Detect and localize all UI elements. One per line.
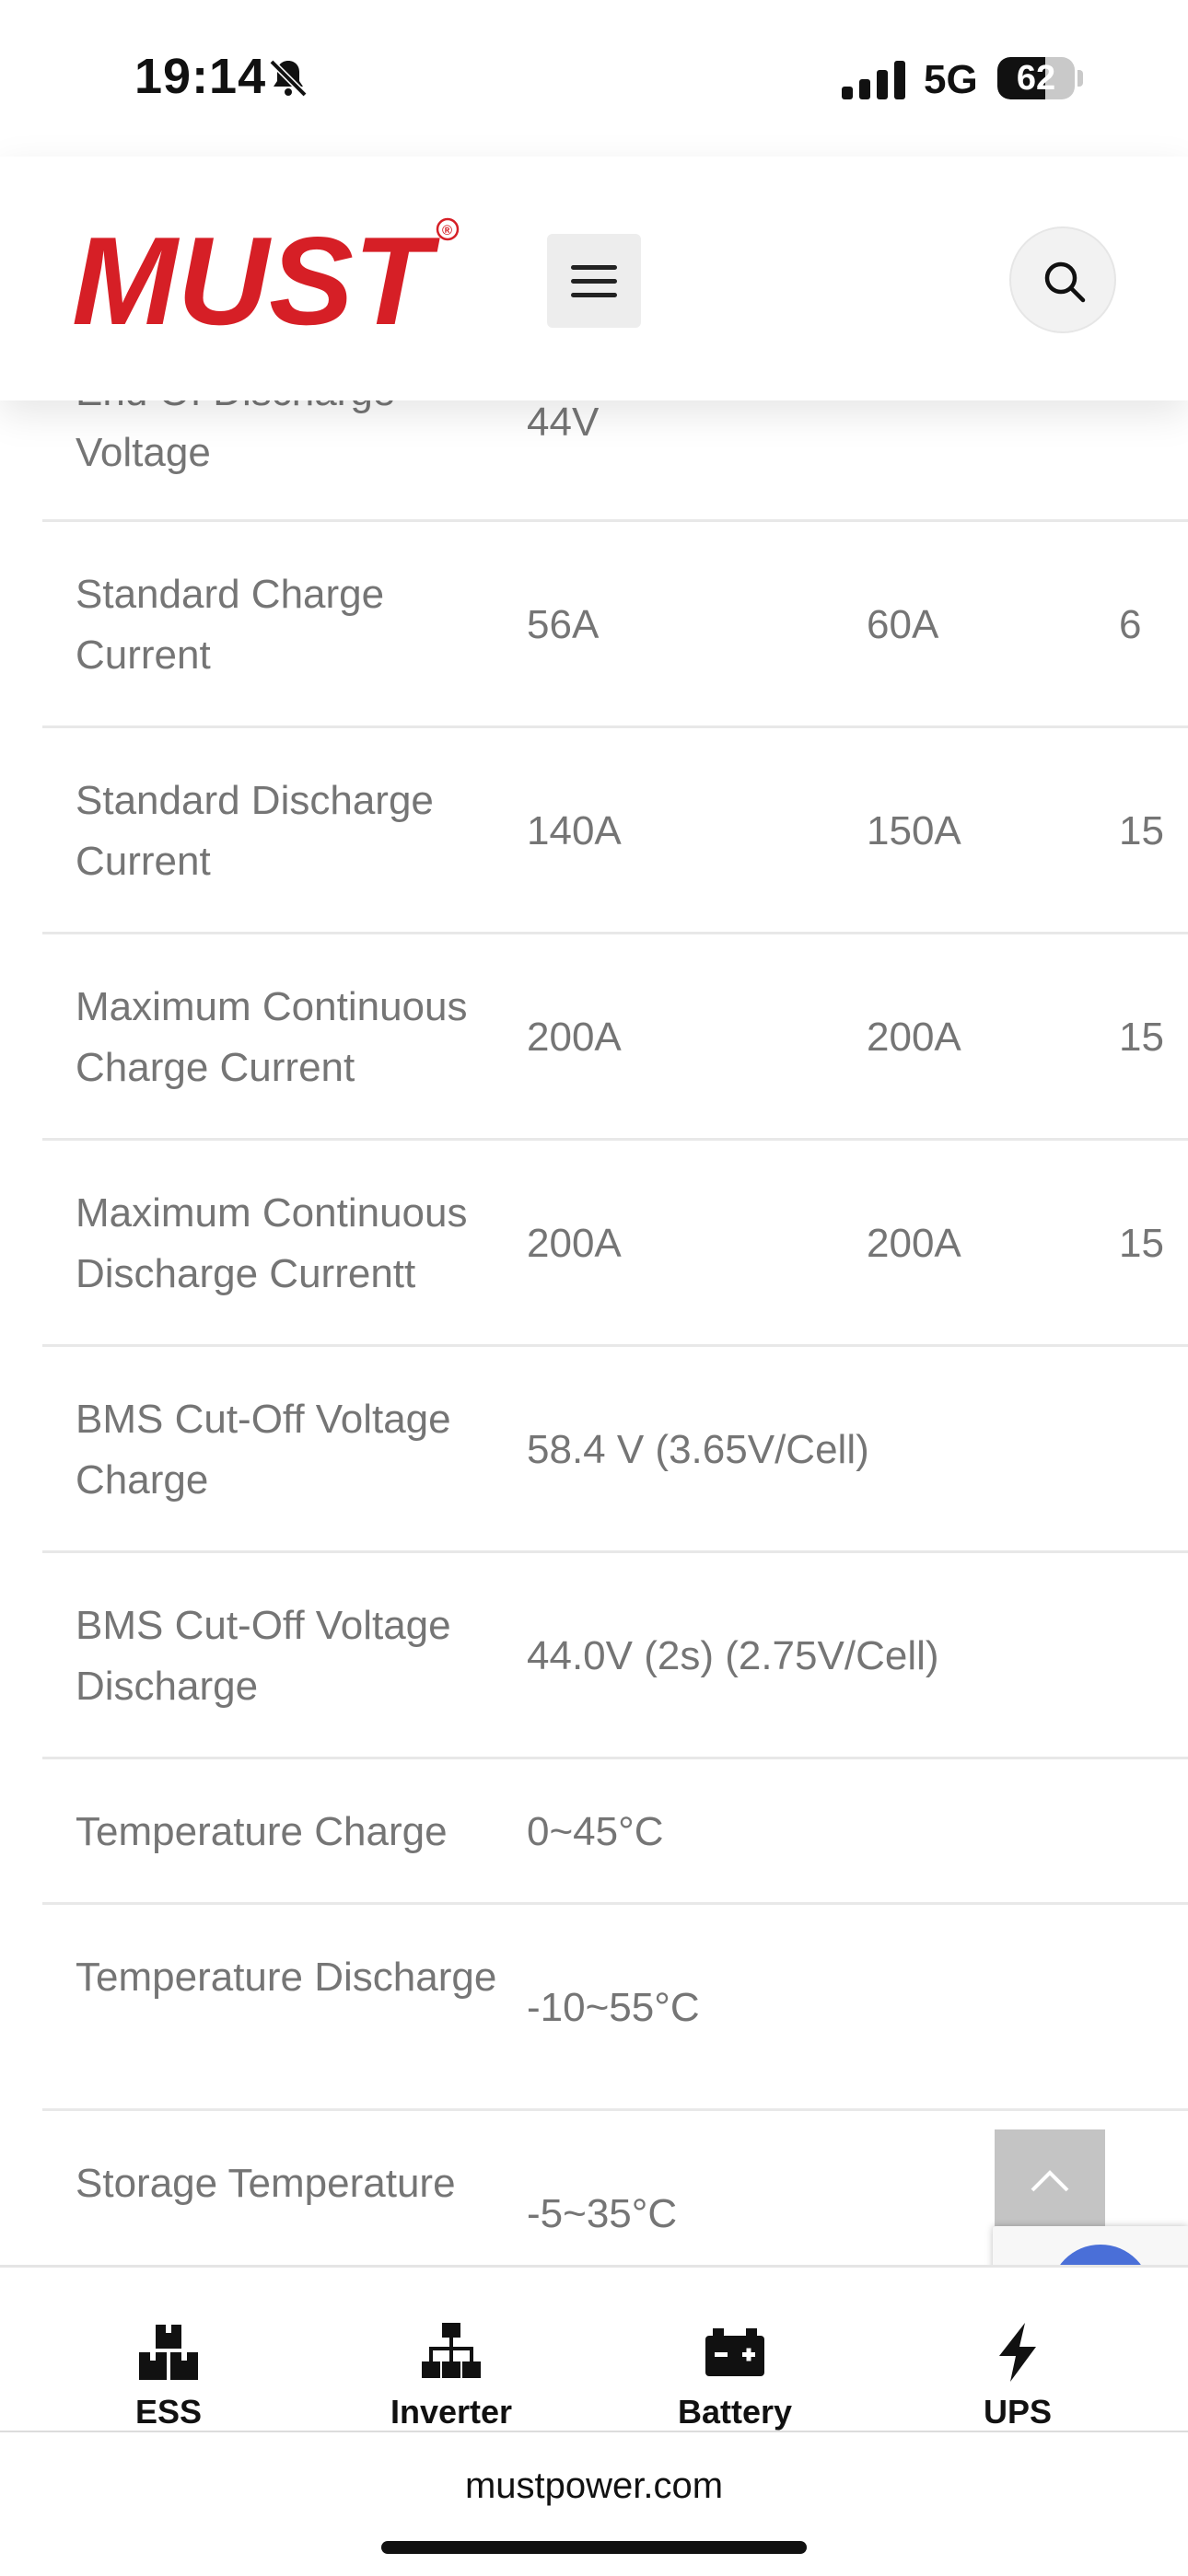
spec-row: Standard Discharge Current 140A 150A 15 — [42, 728, 1188, 934]
search-button[interactable] — [1009, 226, 1116, 333]
car-battery-icon — [705, 2328, 764, 2376]
nav-item-ups[interactable]: UPS — [926, 2268, 1110, 2433]
spec-label: Storage Temperature — [76, 2161, 456, 2206]
spec-table: End Of Discharge Voltage 44V Standard Char… — [0, 400, 1188, 2265]
home-indicator — [381, 2541, 807, 2554]
search-icon — [1044, 261, 1086, 303]
spec-label: Standard Charge Current — [76, 572, 385, 678]
browser-url-bar[interactable]: mustpower.com — [0, 2431, 1188, 2576]
cellular-signal-icon — [842, 61, 905, 99]
spec-label: BMS Cut-Off Voltage Charge — [76, 1397, 451, 1503]
hamburger-menu-button[interactable] — [547, 234, 641, 328]
spec-row: End Of Discharge Voltage 44V — [42, 400, 1188, 522]
spec-value: 56A — [527, 602, 600, 647]
nav-item-ess[interactable]: ESS — [76, 2268, 261, 2433]
bottom-nav: ESS Inverter Battery UPS — [0, 2265, 1188, 2433]
nav-label-battery: Battery — [677, 2393, 793, 2431]
spec-label: Maximum Continuous Discharge Currentt — [76, 1190, 468, 1296]
network-type: 5G — [924, 57, 978, 102]
site-header: MUST ® — [0, 157, 1188, 400]
spec-label: Maximum Continuous Charge Current — [76, 984, 468, 1090]
nav-item-inverter[interactable]: Inverter — [359, 2268, 543, 2433]
spec-row: Temperature Discharge -10~55°C — [42, 1905, 1188, 2111]
spec-value: 44.0V (2s) (2.75V/Cell) — [527, 1633, 939, 1678]
spec-row: Maximum Continuous Discharge Currentt 200… — [42, 1141, 1188, 1347]
spec-row: BMS Cut-Off Voltage Discharge 44.0V (2s) … — [42, 1553, 1188, 1759]
nav-item-battery[interactable]: Battery — [643, 2268, 827, 2433]
spec-value: 15 — [1119, 1221, 1164, 1266]
menu-line — [571, 265, 617, 270]
url-text[interactable]: mustpower.com — [0, 2466, 1188, 2507]
spec-value: 200A — [867, 1221, 961, 1266]
battery-percentage: 62 — [1016, 59, 1056, 98]
battery-cap — [1077, 70, 1083, 87]
menu-line — [571, 279, 617, 284]
spec-value: 6 — [1119, 602, 1142, 647]
svg-text:®: ® — [442, 223, 452, 238]
spec-label: End Of Discharge Voltage — [76, 400, 395, 475]
sitemap-icon — [422, 2323, 481, 2378]
status-time: 19:14 — [134, 49, 267, 104]
menu-line — [571, 293, 617, 297]
spec-value: 44V — [527, 400, 600, 445]
nav-label-ups: UPS — [983, 2393, 1053, 2431]
bell-muted-icon — [269, 59, 308, 98]
spec-label: Standard Discharge Current — [76, 778, 434, 884]
spec-label: Temperature Discharge — [76, 1955, 497, 2000]
spec-label: Temperature Charge — [76, 1809, 448, 1854]
nav-label-ess: ESS — [134, 2393, 203, 2431]
chevron-up-icon — [1031, 2170, 1069, 2192]
spec-value: 200A — [527, 1015, 622, 1060]
spec-value: -5~35°C — [527, 2191, 678, 2236]
nav-label-inverter: Inverter — [390, 2393, 513, 2431]
spec-value: 15 — [1119, 808, 1164, 853]
spec-value: 150A — [867, 808, 961, 853]
must-logo[interactable]: MUST ® — [72, 214, 468, 333]
spec-value: 15 — [1119, 1015, 1164, 1060]
spec-value: -10~55°C — [527, 1985, 700, 2030]
spec-value: 60A — [867, 602, 939, 647]
spec-label: BMS Cut-Off Voltage Discharge — [76, 1603, 451, 1709]
status-bar: 19:14 5G 62 — [0, 0, 1188, 157]
spec-row: BMS Cut-Off Voltage Charge 58.4 V (3.65V/… — [42, 1347, 1188, 1553]
spec-row: Temperature Charge 0~45°C — [42, 1759, 1188, 1905]
spec-value: 140A — [527, 808, 622, 853]
boxes-icon — [139, 2325, 198, 2380]
spec-value: 200A — [867, 1015, 961, 1060]
svg-text:MUST: MUST — [72, 214, 440, 333]
bolt-icon — [999, 2323, 1036, 2382]
spec-value: 58.4 V (3.65V/Cell) — [527, 1427, 869, 1472]
back-to-top-button[interactable] — [995, 2129, 1105, 2236]
spec-value: 0~45°C — [527, 1809, 664, 1854]
battery-icon: 62 — [997, 57, 1075, 99]
spec-value: 200A — [527, 1221, 622, 1266]
spec-row: Maximum Continuous Charge Current 200A 200… — [42, 934, 1188, 1141]
spec-row: Standard Charge Current 56A 60A 6 — [42, 522, 1188, 728]
